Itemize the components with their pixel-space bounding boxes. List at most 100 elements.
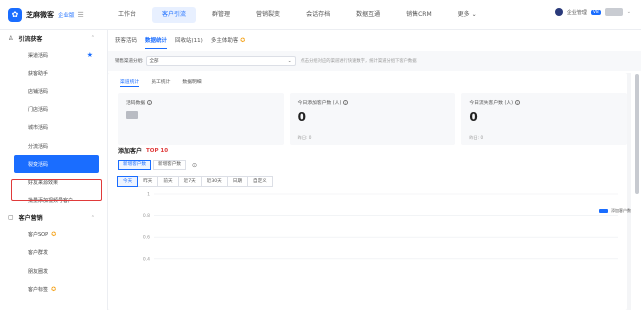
topnav-group-management[interactable]: 群管理 [202, 7, 240, 23]
chevron-down-icon: ⌄ [287, 58, 292, 64]
seg-new-customers-alt[interactable]: 新增客户数 [152, 160, 186, 170]
sidebar-item-customer-sop[interactable]: 客户SOP ✪ [0, 226, 107, 244]
range-today[interactable]: 今天 [117, 176, 139, 187]
topnav-data-sync[interactable]: 数据互通 [346, 7, 390, 23]
user-menu[interactable]: 企业管理 V8 ⌄ [554, 8, 631, 16]
range-7-days[interactable]: 近7天 [177, 176, 202, 187]
tab-channel-stats[interactable]: 渠道统计 [120, 78, 140, 87]
sidebar-group-marketing[interactable]: ▢ 客户营销 ⌃ [0, 210, 107, 226]
topnav-crm[interactable]: 销售CRM [396, 7, 442, 23]
medal-icon: ✪ [51, 285, 57, 293]
stat-title-label: 今日添加客户数 (人) [297, 101, 342, 106]
sidebar-item-acquisition-helper[interactable]: 获客助手 [0, 64, 107, 82]
range-date[interactable]: 日期 [226, 176, 248, 187]
tab-acquisition-code[interactable]: 获客活码 [115, 35, 137, 49]
topnav-more-label: 更多 [457, 10, 470, 18]
topnav-chat-archive[interactable]: 会话存档 [296, 7, 340, 23]
info-icon[interactable]: i [147, 100, 153, 105]
sidebar-item-label: 客户SOP [28, 232, 49, 239]
range-30-days[interactable]: 近30天 [200, 176, 228, 187]
scrollbar[interactable] [635, 74, 639, 194]
chevron-up-icon: ⌃ [90, 214, 95, 221]
stat-title: 今日添加客户数 (人) i [298, 99, 448, 106]
sidebar-item-label: 渠道活码 [28, 52, 49, 59]
sidebar: ♙ 引流获客 ⌃ 渠道活码 ★ 获客助手 店铺活码 门店活码 城市活码 分流活码… [0, 30, 108, 310]
topnav-marketing[interactable]: 营销裂变 [246, 7, 290, 23]
brand-name: 芝麻微客 [26, 10, 54, 19]
avatar [604, 8, 623, 16]
info-icon[interactable]: i [343, 100, 349, 105]
medal-icon: ✪ [51, 231, 57, 239]
chevron-up-icon: ⌃ [90, 35, 95, 41]
stat-card-lost-today: 今日流失客户数 (人) i 0 昨日: 0 [461, 93, 628, 145]
top-badge: TOP 10 [146, 147, 169, 154]
filter-hint: 点击分组对应的渠道进行快速数字，统计渠道分组下客户数据 [300, 59, 417, 64]
sidebar-item-label: 店铺活码 [28, 88, 49, 95]
sidebar-item-label: 裂变活码 [28, 161, 49, 168]
settings-icon[interactable]: ⊙ [192, 162, 197, 169]
collapse-icon[interactable]: ☰ [78, 11, 84, 19]
sidebar-item-city-code[interactable]: 城市活码 [0, 119, 107, 137]
range-custom[interactable]: 自定义 [246, 176, 273, 187]
stat-card-added-today: 今日添加客户数 (人) i 0 昨日: 0 [289, 93, 456, 145]
stat-tabs: 渠道统计 员工统计 数据明细 [108, 73, 627, 87]
vip-badge: V8 [590, 9, 601, 15]
tab-data-stats[interactable]: 数据统计 [145, 35, 168, 49]
seg-new-customers[interactable]: 新增客户数 [118, 160, 151, 170]
sidebar-item-customer-broadcast[interactable]: 客户群发 [0, 244, 107, 262]
sidebar-group-label: 引流获客 [18, 35, 43, 43]
date-range: 今天 昨天 前天 近7天 近30天 日期 自定义 [117, 176, 273, 187]
stat-value-redacted [126, 111, 138, 119]
sidebar-item-channel-code[interactable]: 渠道活码 ★ [0, 46, 107, 64]
sidebar-item-label: 门店活码 [28, 107, 49, 114]
sidebar-item-label: 分流活码 [28, 143, 49, 150]
sidebar-item-label: 客户群发 [28, 250, 49, 257]
tab-data-detail[interactable]: 数据明细 [182, 78, 201, 87]
filter-label: 销售渠道分组: [115, 59, 144, 64]
stat-yesterday: 昨日: 0 [469, 135, 484, 140]
y-tick-label: 0.4 [143, 256, 150, 262]
tab-recycle-bin[interactable]: 回收站(11) [175, 35, 203, 49]
topnav-customer-acquisition[interactable]: 客户引流 [152, 6, 197, 23]
sub-tabs: 获客活码 数据统计 回收站(11) 多主体助客 ✪ [108, 35, 641, 49]
sidebar-group-acquisition[interactable]: ♙ 引流获客 ⌃ [0, 30, 107, 46]
brand-sub: 企业版 [58, 12, 75, 19]
stat-value: 0 [469, 110, 478, 124]
sidebar-item-fission-code[interactable]: 裂变活码 [14, 155, 99, 174]
sidebar-group-label: 客户营销 [18, 215, 43, 223]
range-yesterday[interactable]: 昨天 [137, 176, 159, 187]
sidebar-item-friend-source[interactable]: 好友来源效果 [0, 173, 107, 191]
sidebar-item-customer-tags[interactable]: 客户标签 ✪ [0, 280, 107, 298]
sidebar-item-split-code[interactable]: 分流活码 [0, 137, 107, 155]
top-nav: 工作台 客户引流 群管理 营销裂变 会话存档 数据互通 销售CRM 更多 ⌄ [108, 0, 493, 30]
sidebar-item-store-code[interactable]: 门店活码 [0, 101, 107, 119]
tab-multi-entity-label: 多主体助客 [210, 38, 239, 44]
sidebar-item-batch-add[interactable]: 批量添加视频号客户 [0, 192, 107, 210]
section-title: 添加客户 [118, 148, 143, 155]
user-icon [554, 8, 563, 16]
chevron-down-icon: ⌄ [626, 9, 631, 15]
info-icon[interactable]: i [515, 100, 520, 105]
logo-icon: ✿ [8, 7, 22, 22]
sidebar-item-label: 获客助手 [28, 70, 49, 77]
stat-title: 今日流失客户数 (人) i [469, 99, 619, 106]
sidebar-item-label: 好友来源效果 [28, 179, 59, 186]
stat-title-label: 活码数据 [126, 101, 146, 106]
tab-multi-entity[interactable]: 多主体助客 ✪ [211, 35, 245, 49]
channel-group-select[interactable]: 全部 ⌄ [145, 56, 296, 66]
sidebar-item-shop-code[interactable]: 店铺活码 [0, 82, 107, 100]
star-icon[interactable]: ★ [87, 51, 93, 59]
stat-card-code-data: 活码数据 i [118, 93, 284, 145]
stat-value: 0 [297, 110, 307, 124]
user-name: 企业管理 [566, 9, 587, 16]
y-tick-label: 0.8 [143, 213, 150, 219]
top-bar: ✿ 芝麻微客 企业版 ☰ 工作台 客户引流 群管理 营销裂变 会话存档 数据互通… [0, 0, 641, 30]
tab-staff-stats[interactable]: 员工统计 [151, 78, 170, 87]
brand[interactable]: ✿ 芝麻微客 企业版 ☰ [0, 7, 108, 22]
topnav-more[interactable]: 更多 ⌄ [448, 7, 487, 23]
topnav-workbench[interactable]: 工作台 [108, 7, 146, 23]
customer-chart: 1 0.8 0.6 0.4 [143, 192, 618, 262]
range-day-before[interactable]: 前天 [157, 176, 179, 187]
sidebar-item-moments[interactable]: 朋友圈发 [0, 262, 107, 280]
filter-row: 销售渠道分组: 全部 ⌄ 点击分组对应的渠道进行快速数字，统计渠道分组下客户数据 [108, 51, 641, 71]
